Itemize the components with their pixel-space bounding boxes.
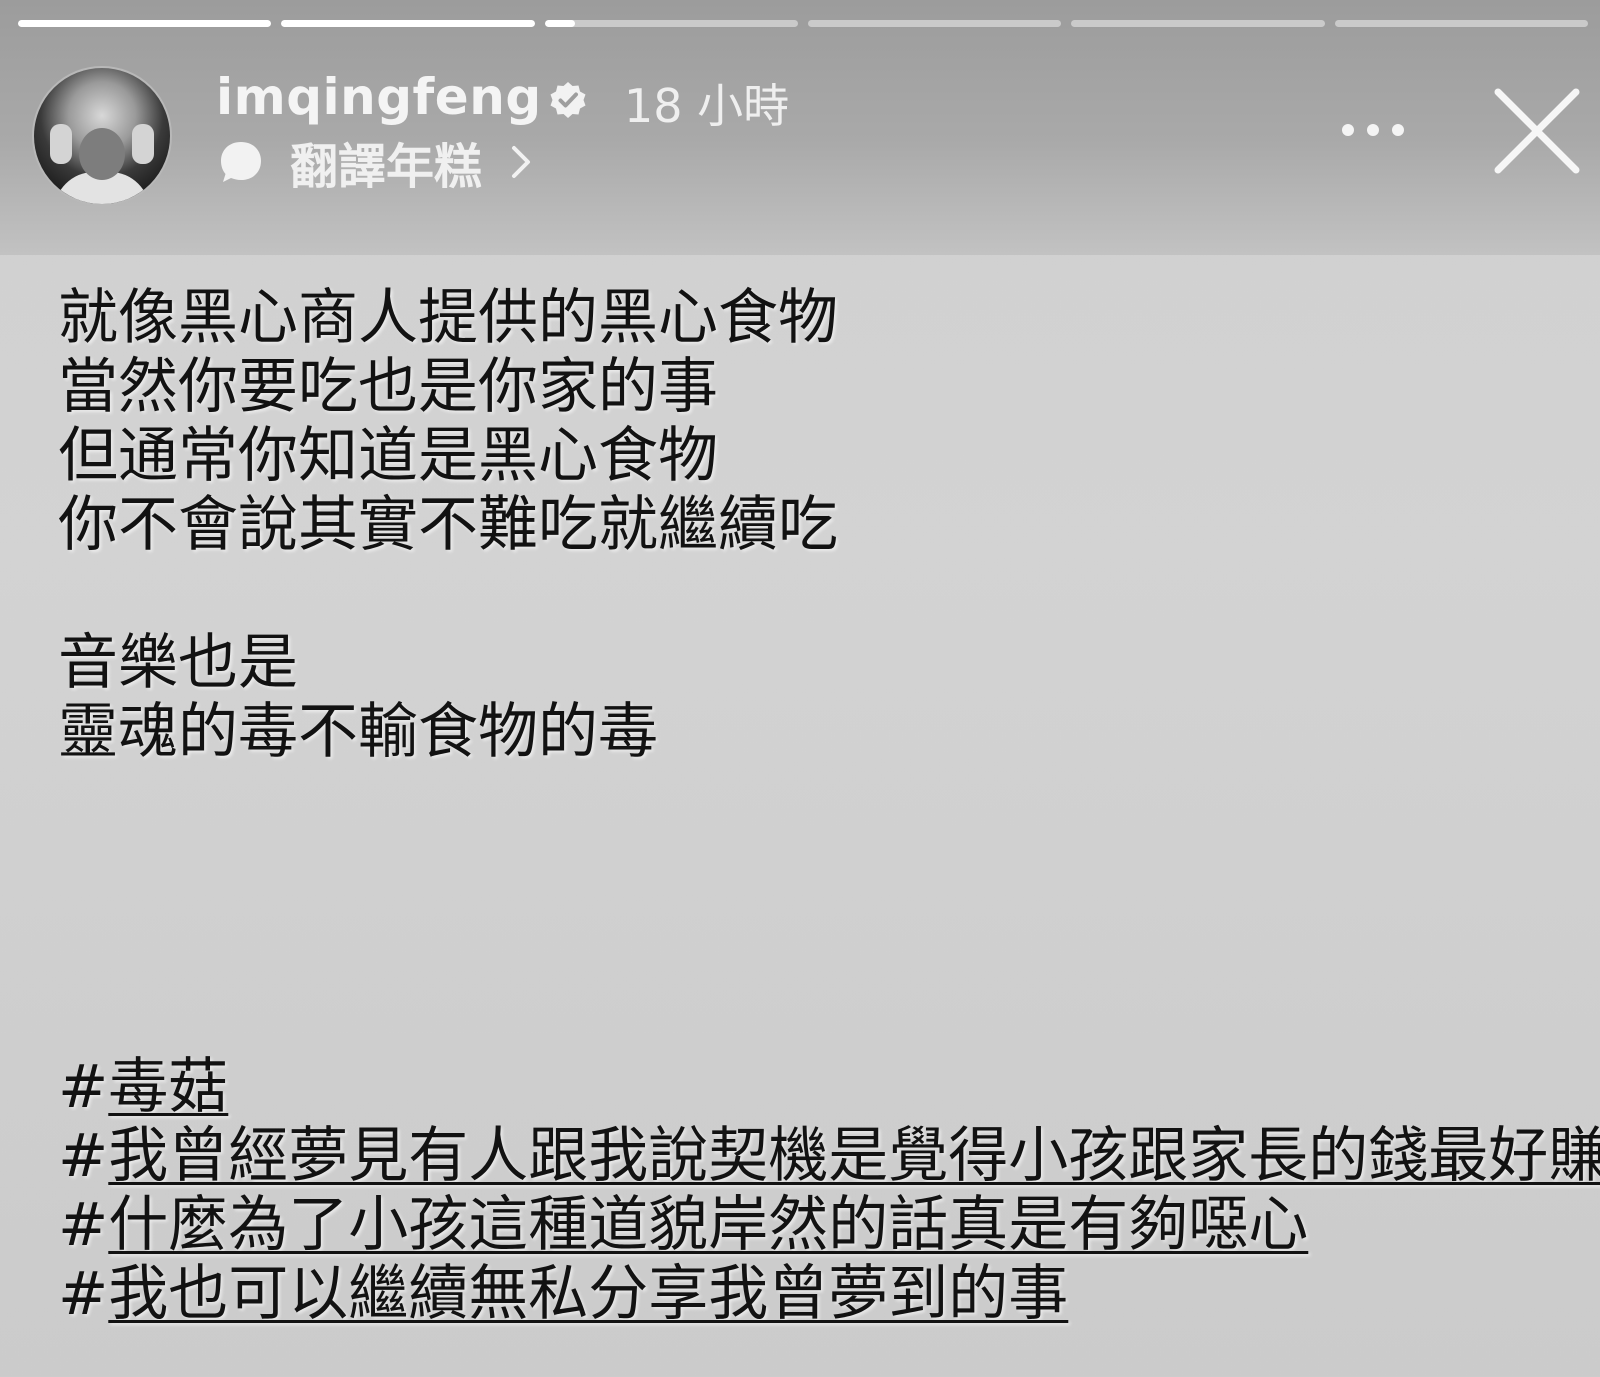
- progress-segment: [281, 20, 535, 27]
- caption-line: 音樂也是: [58, 628, 298, 698]
- more-options-icon[interactable]: [1338, 118, 1408, 142]
- post-time: 18 小時: [624, 79, 790, 133]
- hashtag-link[interactable]: #什麼為了小孩這種道貌岸然的話真是有夠噁心: [58, 1191, 1578, 1260]
- close-icon[interactable]: [1492, 86, 1582, 176]
- progress-segment: [807, 20, 1062, 27]
- verified-badge-icon: [550, 82, 586, 118]
- hashtag-link[interactable]: #毒菇: [58, 1053, 1578, 1122]
- username-link[interactable]: imqingfeng: [216, 68, 542, 126]
- hashtag-text: 我曾經夢見有人跟我說契機是覺得小孩跟家長的錢最好賺: [108, 1121, 1600, 1191]
- avatar[interactable]: [32, 66, 172, 206]
- progress-segment: [1334, 20, 1588, 27]
- hashtag-link[interactable]: #我曾經夢見有人跟我說契機是覺得小孩跟家長的錢最好賺: [58, 1122, 1600, 1191]
- caption-line: 靈魂的毒不輸食物的毒: [58, 697, 658, 767]
- caption-line: 當然你要吃也是你家的事: [58, 352, 718, 422]
- hashtag-text: 什麼為了小孩這種道貌岸然的話真是有夠噁心: [108, 1190, 1309, 1260]
- progress-segment: [544, 20, 798, 27]
- music-title: 翻譯年糕: [290, 139, 483, 195]
- music-sticker-link[interactable]: 翻譯年糕: [218, 134, 534, 195]
- caption-line: 就像黑心商人提供的黑心食物: [58, 283, 838, 353]
- caption-line: 但通常你知道是黑心食物: [58, 421, 718, 491]
- hashtag-link[interactable]: #我也可以繼續無私分享我曾夢到的事: [58, 1260, 1578, 1329]
- story-caption: 就像黑心商人提供的黑心食物 當然你要吃也是你家的事 但通常你知道是黑心食物 你不…: [58, 284, 1558, 767]
- music-bubble-icon: [221, 142, 261, 182]
- hashtag-list: #毒菇 #我曾經夢見有人跟我說契機是覺得小孩跟家長的錢最好賺 #什麼為了小孩這種…: [58, 1053, 1600, 1329]
- hashtag-text: 毒菇: [108, 1052, 229, 1122]
- progress-segment: [18, 20, 272, 27]
- story-progress-bar: [18, 20, 1588, 30]
- caption-line: 你不會說其實不難吃就繼續吃: [58, 490, 838, 560]
- chevron-right-icon: [512, 146, 531, 178]
- progress-segment: [1071, 20, 1325, 27]
- hashtag-text: 我也可以繼續無私分享我曾夢到的事: [108, 1259, 1069, 1329]
